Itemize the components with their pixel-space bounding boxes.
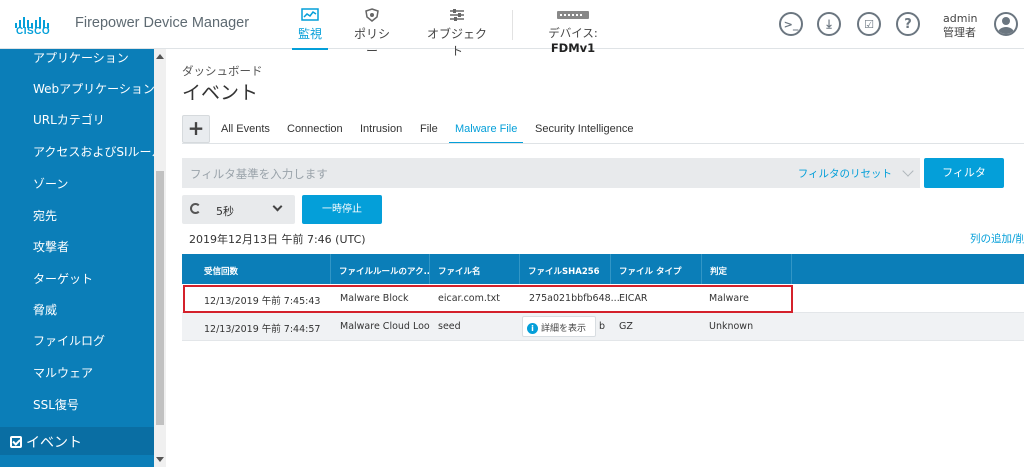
sidebar-item-attackers[interactable]: 攻撃者 <box>33 238 69 255</box>
column-header-received[interactable]: 受信回数 <box>196 254 331 284</box>
plus-icon: + <box>187 116 205 140</box>
cell-file-name: seed <box>438 321 461 332</box>
refresh-interval-value: 5秒 <box>216 205 234 218</box>
nav-divider <box>512 10 513 40</box>
show-details-label: 詳細を表示 <box>541 324 587 334</box>
sidebar-item-applications[interactable]: アプリケーション <box>33 49 129 66</box>
refresh-interval-select[interactable]: 5秒 <box>182 195 295 224</box>
highlight-box <box>183 285 793 313</box>
sidebar-item-threats[interactable]: 脅威 <box>33 301 57 318</box>
breadcrumb[interactable]: ダッシュボード <box>182 63 263 79</box>
scrollbar-thumb[interactable] <box>156 171 164 425</box>
sidebar-item-access-si-rules[interactable]: アクセスおよびSIルール <box>33 143 164 160</box>
sidebar-item-events[interactable]: イベント <box>0 427 154 455</box>
sidebar-item-ssl-decryption[interactable]: SSL復号 <box>33 396 79 413</box>
user-menu[interactable]: admin 管理者 <box>943 12 977 40</box>
user-role: 管理者 <box>943 26 976 39</box>
chevron-down-icon <box>272 201 283 212</box>
cell-received: 12/13/2019 午前 7:44:57 <box>204 324 321 335</box>
policy-shield-icon <box>365 8 379 22</box>
sidebar-item-web-applications[interactable]: Webアプリケーション <box>33 80 155 97</box>
device-appliance-icon <box>557 11 589 19</box>
top-bar: CISCO Firepower Device Manager 監視 ポリシー オ… <box>0 0 1024 58</box>
nav-objects-label: オブジェクト <box>426 27 487 58</box>
help-icon: ? <box>904 16 912 32</box>
column-header-file-name[interactable]: ファイル名 <box>430 254 520 284</box>
sidebar-events-label: イベント <box>26 435 82 451</box>
app-title: Firepower Device Manager <box>75 15 250 31</box>
column-header-file-type[interactable]: ファイル タイプ <box>611 254 702 284</box>
device-name: FDMv1 <box>550 41 596 55</box>
filter-bar[interactable]: フィルタ基準を入力します フィルタのリセット <box>182 158 920 188</box>
sidebar-item-file-logs[interactable]: ファイルログ <box>33 332 105 349</box>
cell-disposition: Unknown <box>709 321 754 332</box>
column-header-disposition[interactable]: 判定 <box>702 254 792 284</box>
scroll-down-arrow-icon[interactable] <box>156 457 164 462</box>
details-popover[interactable]: i 詳細を表示 <box>522 316 596 337</box>
table-row[interactable]: 12/13/2019 午前 7:44:57 Malware Cloud Loo.… <box>182 313 1024 340</box>
refresh-icon <box>190 203 201 214</box>
sidebar-item-malware[interactable]: マルウェア <box>33 364 93 381</box>
filter-reset-link[interactable]: フィルタのリセット <box>798 166 892 181</box>
sidebar-scrollbar[interactable] <box>154 49 166 467</box>
scroll-up-arrow-icon[interactable] <box>156 54 164 59</box>
cli-console-button[interactable]: >_ <box>779 12 803 36</box>
nav-objects[interactable]: オブジェクト <box>424 6 490 58</box>
tasks-checklist-icon: ☑ <box>864 17 874 31</box>
device-label: デバイス: FDMv1 <box>548 26 598 55</box>
cell-file-rule-action: Malware Cloud Loo... <box>340 321 430 332</box>
tab-connection[interactable]: Connection <box>287 123 343 135</box>
cli-console-icon: >_ <box>783 17 799 31</box>
tab-all-events[interactable]: All Events <box>221 123 270 135</box>
cell-file-sha256[interactable]: b <box>599 321 605 332</box>
calendar-check-icon <box>10 436 22 448</box>
sidebar-item-url-categories[interactable]: URLカテゴリ <box>33 111 105 128</box>
tab-intrusion[interactable]: Intrusion <box>360 123 402 135</box>
tasks-button[interactable]: ☑ <box>857 12 881 36</box>
cell-file-type: GZ <box>619 321 633 332</box>
tab-security-intelligence[interactable]: Security Intelligence <box>535 123 633 135</box>
nav-monitoring[interactable]: 監視 <box>292 6 328 50</box>
tabs-divider <box>182 143 1024 144</box>
nav-monitoring-label: 監視 <box>298 27 323 41</box>
sidebar: アプリケーション Webアプリケーション URLカテゴリ アクセスおよびSIルー… <box>0 49 166 467</box>
nav-policy-label: ポリシー <box>353 27 390 58</box>
tab-file[interactable]: File <box>420 123 438 135</box>
sidebar-item-destinations[interactable]: 宛先 <box>33 207 57 224</box>
column-header-file-sha256[interactable]: ファイルSHA256 <box>520 254 611 284</box>
sidebar-item-targets[interactable]: ターゲット <box>33 270 93 287</box>
avatar-icon[interactable] <box>994 12 1018 36</box>
table-header: 受信回数 ファイルルールのアク... ファイル名 ファイルSHA256 ファイル… <box>182 254 1024 284</box>
user-name: admin <box>943 12 978 25</box>
filter-input[interactable]: フィルタ基準を入力します <box>190 166 328 182</box>
objects-sliders-icon <box>450 9 464 21</box>
page-title: イベント <box>182 82 259 104</box>
add-columns-link[interactable]: 列の追加/削 <box>970 231 1024 246</box>
pause-button[interactable]: 一時停止 <box>302 195 382 224</box>
add-tab-button[interactable]: + <box>182 115 210 143</box>
info-icon: i <box>527 323 538 334</box>
sidebar-item-zones[interactable]: ゾーン <box>33 175 68 192</box>
nav-policy[interactable]: ポリシー <box>349 6 395 58</box>
deploy-button[interactable]: ⤓ <box>817 12 841 36</box>
column-header-file-rule-action[interactable]: ファイルルールのアク... <box>331 254 430 284</box>
cisco-logo-text: CISCO <box>16 26 51 37</box>
last-update-timestamp: 2019年12月13日 午前 7:46 (UTC) <box>189 233 366 246</box>
nav-device[interactable]: デバイス: FDMv1 <box>530 6 616 55</box>
tab-malware-file[interactable]: Malware File <box>448 123 524 144</box>
filter-button[interactable]: フィルタ <box>924 158 1004 188</box>
help-button[interactable]: ? <box>896 12 920 36</box>
deploy-download-icon: ⤓ <box>826 16 832 31</box>
chevron-down-icon[interactable] <box>902 165 914 177</box>
monitoring-icon <box>301 8 319 21</box>
row-divider <box>182 340 1024 341</box>
